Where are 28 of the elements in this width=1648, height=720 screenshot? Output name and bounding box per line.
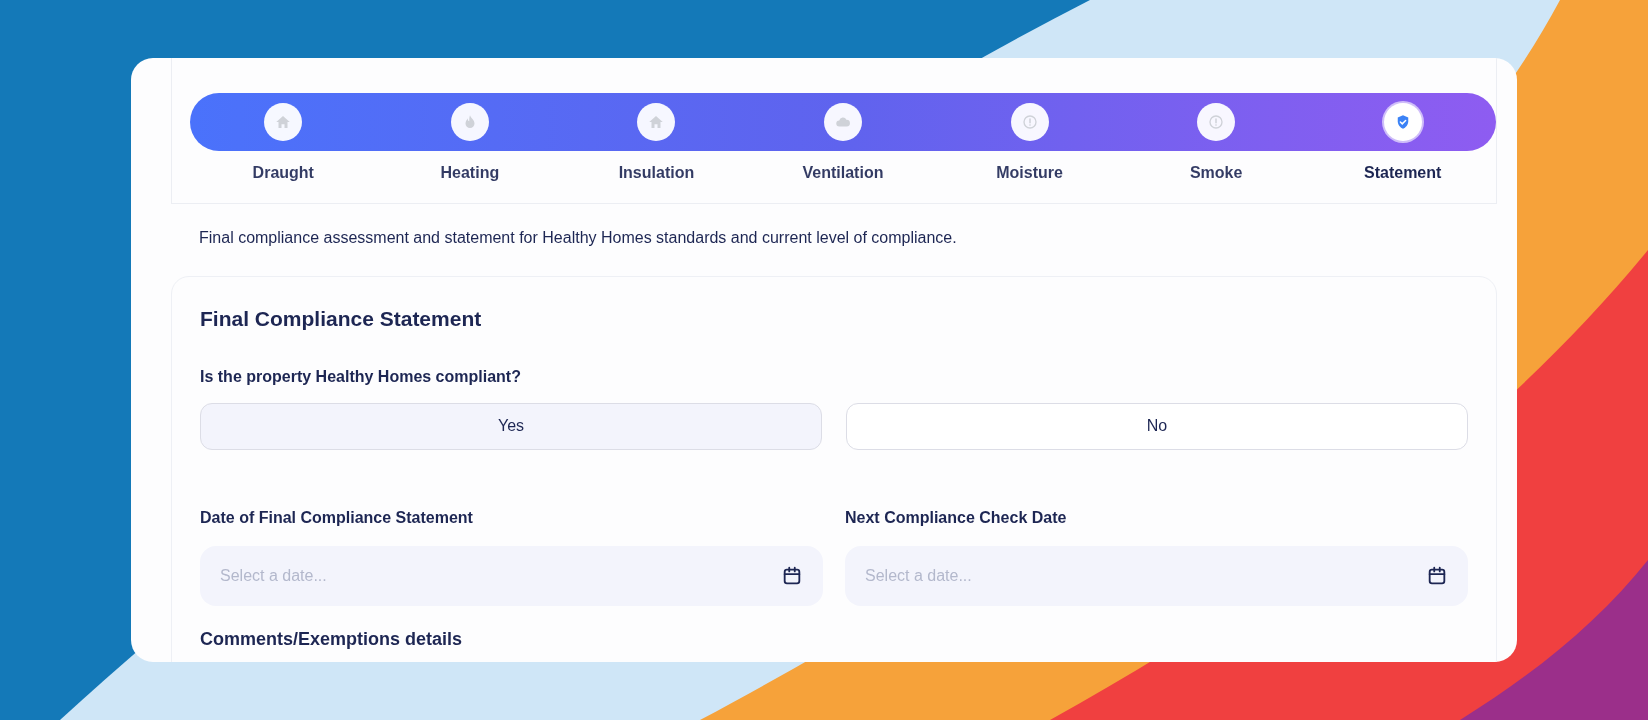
step-label[interactable]: Statement bbox=[1364, 161, 1442, 185]
date-label: Date of Final Compliance Statement bbox=[200, 507, 474, 528]
step-label[interactable]: Smoke bbox=[1189, 161, 1243, 185]
step-button[interactable] bbox=[1383, 103, 1422, 141]
calendar-icon[interactable] bbox=[781, 564, 803, 587]
option-button[interactable]: Yes bbox=[200, 402, 822, 450]
step-label[interactable]: Moisture bbox=[996, 161, 1063, 185]
date-field[interactable]: Select a date... bbox=[200, 545, 823, 606]
step-button[interactable] bbox=[637, 103, 676, 141]
calendar-icon[interactable] bbox=[1426, 564, 1448, 587]
comments-label: Comments/Exemptions details bbox=[200, 627, 464, 651]
description-text: Final compliance assessment and statement for Healthy Homes standards and current level of compliance. bbox=[199, 228, 958, 248]
question-label: Is the property Healthy Homes compliant? bbox=[200, 366, 522, 387]
step-label[interactable]: Draught bbox=[252, 161, 314, 185]
alert-circle-icon bbox=[1020, 113, 1039, 131]
step-label[interactable]: Ventilation bbox=[802, 161, 884, 185]
step-label[interactable]: Heating bbox=[440, 161, 500, 185]
step-button[interactable] bbox=[824, 103, 862, 141]
section-title: Final Compliance Statement bbox=[200, 306, 483, 332]
option-button[interactable]: No bbox=[846, 402, 1468, 450]
date-label: Next Compliance Check Date bbox=[845, 507, 1068, 528]
step-label[interactable]: Insulation bbox=[618, 161, 695, 185]
step-button[interactable] bbox=[450, 103, 489, 141]
step-button[interactable] bbox=[264, 103, 303, 141]
step-button[interactable] bbox=[1197, 103, 1236, 141]
step-button[interactable] bbox=[1010, 103, 1049, 141]
date-field[interactable]: Select a date... bbox=[845, 545, 1468, 606]
alert-circle-icon bbox=[1207, 113, 1226, 131]
